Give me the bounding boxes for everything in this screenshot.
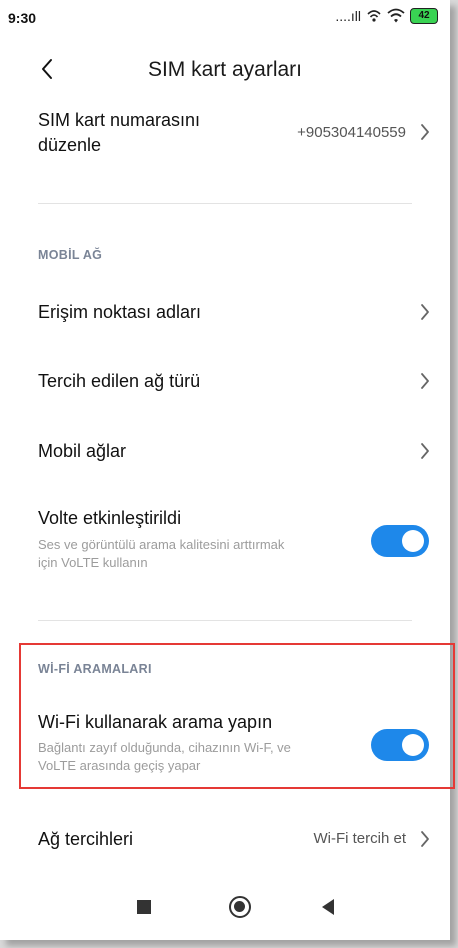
chevron-right-icon — [421, 443, 429, 459]
toggle-knob — [402, 530, 424, 552]
row-label: Tercih edilen ağ türü — [38, 371, 201, 391]
volte-description-line2: için VoLTE kullanın — [38, 555, 148, 570]
network-preferences-value: Wi-Fi tercih et — [313, 830, 406, 847]
sim-number-label-line1: SIM kart numarasını — [38, 110, 201, 130]
row-access-point-names[interactable]: Erişim noktası adları — [0, 296, 450, 332]
status-icons: ....ıll 42 — [335, 8, 438, 24]
phone-screen: 9:30 ....ıll 42 SIM kart ayarları SIM ka… — [0, 0, 450, 940]
recent-apps-icon[interactable] — [137, 900, 151, 914]
network-preferences-label: Ağ tercihleri — [38, 829, 134, 849]
divider — [38, 203, 412, 204]
home-icon[interactable] — [229, 896, 251, 918]
volte-toggle[interactable] — [371, 525, 429, 557]
signal-icon: ....ıll — [335, 8, 361, 24]
row-mobile-networks[interactable]: Mobil ağlar — [0, 435, 450, 471]
row-label: Mobil ağlar — [38, 441, 127, 461]
navigation-bar — [0, 878, 450, 940]
section-header-mobile-network: MOBİL AĞ — [38, 248, 103, 262]
row-volte: Volte etkinleştirildi Ses ve görüntülü a… — [0, 506, 450, 576]
back-triangle-icon[interactable] — [322, 899, 334, 915]
header: SIM kart ayarları — [0, 40, 450, 100]
row-label: Erişim noktası adları — [38, 302, 202, 322]
status-time: 9:30 — [8, 10, 37, 26]
volte-wifi-icon — [367, 10, 381, 22]
chevron-right-icon — [421, 373, 429, 389]
sim-number-row[interactable]: SIM kart numarasını düzenle +90530414055… — [0, 108, 450, 168]
wifi-icon — [387, 8, 405, 23]
sim-number-label-line2: düzenle — [38, 135, 102, 155]
status-bar: 9:30 ....ıll 42 — [0, 0, 450, 36]
chevron-right-icon — [421, 124, 429, 140]
page-title: SIM kart ayarları — [147, 58, 303, 81]
battery-icon: 42 — [410, 8, 438, 24]
chevron-right-icon — [421, 831, 429, 847]
sim-number-value: +905304140559 — [297, 124, 406, 141]
divider — [38, 620, 412, 621]
row-network-preferences[interactable]: Ağ tercihleri Wi-Fi tercih et — [0, 823, 450, 859]
volte-label: Volte etkinleştirildi — [38, 508, 182, 528]
chevron-right-icon — [421, 304, 429, 320]
row-preferred-network-type[interactable]: Tercih edilen ağ türü — [0, 365, 450, 401]
highlight-box — [19, 643, 455, 789]
volte-description-line1: Ses ve görüntülü arama kalitesini arttır… — [38, 537, 285, 552]
